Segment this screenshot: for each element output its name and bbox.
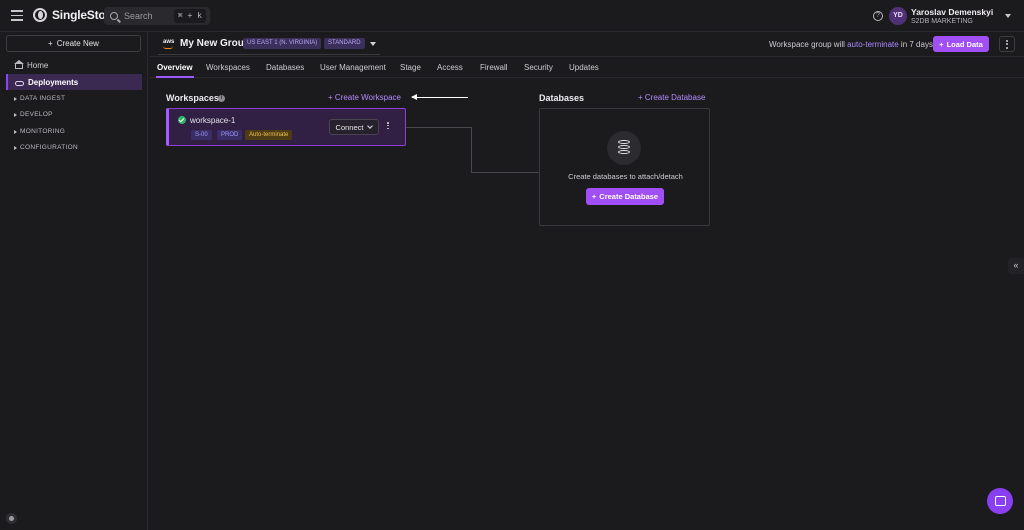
- top-bar: SingleStore Search ⌘ + k ? YD Yaroslav D…: [0, 0, 1024, 32]
- sidebar-section-data-ingest[interactable]: DATA INGEST: [14, 95, 65, 102]
- chevron-down-icon[interactable]: [370, 42, 376, 46]
- workspace-more-button[interactable]: [387, 122, 389, 130]
- connect-button[interactable]: Connect: [329, 119, 379, 135]
- user-name: Yaroslav Demenskyi: [911, 7, 994, 17]
- dot: [387, 127, 389, 130]
- workspace-group-header: aws My New Group US EAST 1 (N. VIRGINIA)…: [150, 32, 1024, 57]
- auto-terminate-badge: Auto-terminate: [245, 130, 293, 140]
- tab-workspaces[interactable]: Workspaces: [206, 63, 250, 72]
- cloud-icon: [15, 80, 24, 86]
- region-badge: US EAST 1 (N. VIRGINIA): [243, 38, 322, 49]
- help-icon[interactable]: ?: [873, 11, 883, 21]
- sidebar-section-label: MONITORING: [20, 128, 66, 135]
- caret-right-icon: [14, 96, 17, 101]
- home-icon: [14, 60, 24, 69]
- size-badge: S-00: [191, 130, 212, 140]
- group-selector-underline: [158, 54, 380, 55]
- auto-terminate-link[interactable]: auto-terminate: [847, 40, 899, 49]
- sidebar-section-configuration[interactable]: CONFIGURATION: [14, 144, 78, 151]
- connector-line: [472, 172, 539, 173]
- workspace-name: workspace-1: [190, 116, 236, 125]
- dot: [1006, 43, 1008, 45]
- avatar[interactable]: YD: [889, 7, 907, 25]
- user-org: S2DB MARKETING: [911, 18, 973, 25]
- load-data-button[interactable]: + Load Data: [933, 36, 989, 52]
- sidebar-section-monitoring[interactable]: MONITORING: [14, 128, 65, 135]
- workspace-card[interactable]: workspace-1 S-00 PROD Auto-terminate Con…: [166, 108, 406, 146]
- sidebar: + Create New Home Deployments DATA INGES…: [0, 32, 148, 530]
- caret-right-icon: [14, 145, 17, 150]
- dot: [1006, 46, 1008, 49]
- databases-title: Databases: [539, 93, 585, 103]
- tab-stage[interactable]: Stage: [400, 63, 421, 72]
- create-workspace-button[interactable]: + Create Workspace: [328, 93, 401, 102]
- create-new-label: Create New: [56, 39, 99, 48]
- create-workspace-label: Create Workspace: [334, 93, 402, 102]
- database-icon-wrapper: [607, 131, 641, 165]
- create-database-link[interactable]: + Create Database: [638, 93, 705, 102]
- more-options-button[interactable]: [999, 36, 1015, 52]
- group-name[interactable]: My New Group: [180, 38, 250, 49]
- create-database-button[interactable]: + Create Database: [586, 188, 664, 205]
- connector-line: [406, 127, 472, 173]
- create-new-button[interactable]: + Create New: [6, 35, 141, 52]
- empty-state-text: Create databases to attach/detach: [568, 172, 683, 181]
- menu-icon[interactable]: [11, 10, 23, 22]
- collapse-panel-icon[interactable]: «: [1008, 258, 1024, 274]
- singlestore-logo-icon: [33, 8, 47, 22]
- database-icon: [618, 140, 630, 155]
- search-shortcut: ⌘ + k: [173, 9, 206, 23]
- plus-icon: +: [591, 192, 597, 201]
- check-circle-icon: [178, 116, 186, 124]
- more-vertical-icon: [1006, 39, 1008, 42]
- sidebar-item-deployments[interactable]: Deployments: [6, 74, 142, 90]
- workspaces-title: Workspaces: [166, 93, 219, 103]
- plus-icon: +: [48, 39, 53, 48]
- arrow-left-icon: [411, 94, 468, 100]
- sidebar-section-label: CONFIGURATION: [20, 144, 78, 151]
- chat-support-icon[interactable]: [987, 488, 1013, 514]
- notice-text: Workspace group will: [769, 40, 848, 49]
- tab-updates[interactable]: Updates: [569, 63, 599, 72]
- notice-text: in 7 days.: [898, 40, 936, 49]
- sidebar-section-develop[interactable]: DEVELOP: [14, 111, 53, 118]
- auto-terminate-notice: Workspace group will auto-terminate in 7…: [769, 40, 935, 49]
- tab-databases[interactable]: Databases: [266, 63, 304, 72]
- connect-label: Connect: [335, 122, 364, 132]
- chevron-down-icon[interactable]: [1005, 14, 1011, 18]
- create-database-link-label: Create Database: [644, 93, 706, 102]
- search-placeholder: Search: [124, 11, 153, 21]
- tab-access[interactable]: Access: [437, 63, 463, 72]
- tab-bar: Overview Workspaces Databases User Manag…: [150, 58, 1024, 78]
- sidebar-section-label: DATA INGEST: [20, 95, 66, 102]
- caret-right-icon: [14, 112, 17, 117]
- sidebar-item-label: Home: [27, 60, 49, 70]
- sidebar-item-label: Deployments: [28, 77, 79, 87]
- databases-empty-card: Create databases to attach/detach + Crea…: [539, 108, 710, 226]
- tier-badge: STANDARD: [324, 38, 365, 49]
- plus-icon: +: [939, 39, 944, 49]
- tab-security[interactable]: Security: [524, 63, 553, 72]
- more-vertical-icon: [387, 122, 389, 124]
- search-input[interactable]: Search ⌘ + k: [104, 7, 210, 25]
- tab-firewall[interactable]: Firewall: [480, 63, 508, 72]
- sidebar-section-label: DEVELOP: [20, 111, 53, 118]
- env-badge: PROD: [217, 130, 243, 140]
- dot: [387, 124, 389, 127]
- chevron-down-icon: [367, 123, 374, 129]
- create-database-label: Create Database: [599, 192, 659, 201]
- theme-toggle-icon[interactable]: [6, 513, 17, 524]
- sidebar-item-home[interactable]: Home: [6, 57, 142, 73]
- search-icon: [110, 12, 118, 20]
- load-data-label: Load Data: [946, 39, 983, 49]
- tab-overview[interactable]: Overview: [156, 63, 194, 78]
- info-icon[interactable]: i: [218, 95, 225, 102]
- caret-right-icon: [14, 129, 17, 134]
- tab-user-management[interactable]: User Management: [320, 63, 386, 72]
- aws-icon: aws: [163, 39, 175, 49]
